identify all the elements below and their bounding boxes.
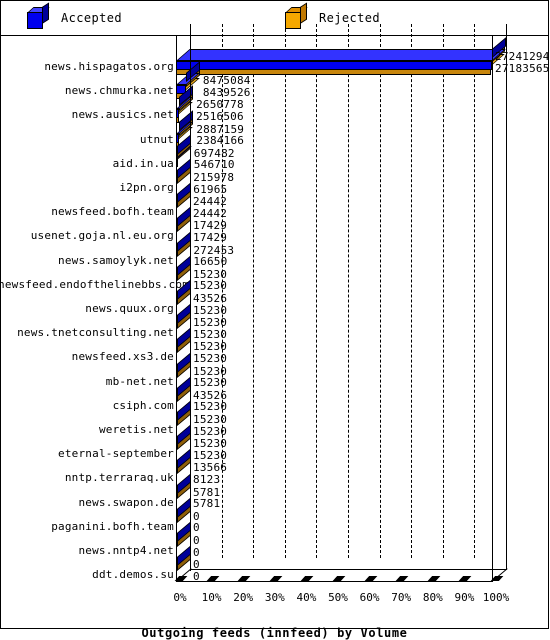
value-label-rejected: 0 [193, 545, 200, 559]
x-axis-tick-label: 70% [391, 591, 412, 604]
category-label: news.chmurka.net [64, 84, 174, 98]
value-label-rejected: 271835659 [495, 61, 550, 75]
x-axis-line-back [190, 569, 506, 570]
category-label: paganini.bofh.team [51, 519, 174, 533]
gridline [284, 24, 286, 558]
category-label: nntp.terraraq.uk [64, 471, 174, 485]
value-label-rejected: 24442 [193, 206, 228, 220]
legend-item-rejected: Rejected [285, 0, 380, 36]
value-label-rejected: 2384166 [196, 134, 245, 148]
value-label-rejected: 15230 [193, 279, 228, 293]
category-label: newsfeed.endofthelinebbs.com [0, 277, 190, 291]
legend-item-accepted: Accepted [27, 0, 122, 36]
category-label: usenet.goja.nl.eu.org [30, 229, 174, 243]
value-label-rejected: 15230 [193, 376, 228, 390]
value-label-rejected: 15230 [193, 303, 228, 317]
value-label-rejected: 8123 [193, 472, 221, 486]
value-label-rejected: 0 [193, 521, 200, 535]
plot-right-boundary-back [506, 24, 507, 570]
chart-page: Accepted Rejected news.hispagatos.org new… [0, 0, 550, 640]
chart-title: Outgoing feeds (innfeed) by Volume [141, 626, 408, 640]
gridline [253, 24, 255, 558]
y-axis-line [176, 36, 177, 581]
value-label-rejected: 15230 [193, 448, 228, 462]
category-label: newsfeed.xs3.de [71, 350, 174, 364]
x-axis-tick-label: 100% [482, 591, 510, 604]
category-label: csiph.com [112, 398, 174, 412]
chart-plot-area: news.hispagatos.org news.chmurka.net news.… [0, 24, 550, 640]
value-label-rejected: 15230 [193, 400, 228, 414]
gridline [316, 24, 318, 558]
value-label-rejected: 16650 [193, 255, 228, 269]
x-axis-tick-label: 10% [201, 591, 222, 604]
x-axis-tick-label: 40% [296, 591, 317, 604]
value-label-rejected: 15230 [193, 327, 228, 341]
category-label: news.samoylyk.net [58, 253, 174, 267]
value-label-rejected: 15230 [193, 351, 228, 365]
legend-label-accepted: Accepted [61, 11, 122, 25]
plot-right-boundary [492, 36, 493, 582]
gridline [442, 24, 444, 558]
category-label: eternal-september [58, 447, 174, 461]
category-label: news.nntp4.net [78, 544, 174, 557]
value-label-rejected: 15230 [193, 424, 228, 438]
category-label: mb-net.net [105, 374, 174, 388]
category-label: news.hispagatos.org [44, 60, 174, 73]
value-label-rejected: 17429 [193, 230, 228, 244]
category-label: news.quux.org [85, 302, 174, 315]
chart-legend: Accepted Rejected [0, 0, 549, 36]
x-axis-tick-label: 80% [422, 591, 443, 604]
category-label: news.tnetconsulting.net [17, 326, 174, 340]
category-axis-labels: news.hispagatos.org news.chmurka.net news.… [0, 36, 190, 596]
category-label: newsfeed.bofh.team [51, 205, 174, 219]
legend-label-rejected: Rejected [319, 11, 380, 25]
x-axis-tick-label: 90% [454, 591, 475, 604]
value-label-rejected: 8439526 [202, 85, 251, 99]
value-label-rejected: 61965 [193, 182, 228, 196]
category-label: ddt.demos.su [92, 568, 174, 582]
x-axis-tick-label: 50% [328, 591, 348, 604]
gridline [474, 24, 476, 558]
category-label: aid.in.ua [112, 156, 174, 170]
category-label: weretis.net [98, 423, 174, 436]
value-label-rejected: 2516506 [196, 109, 244, 123]
blue-cube-icon [27, 2, 50, 29]
category-label: news.swapon.de [78, 495, 174, 509]
gridline [348, 24, 349, 558]
x-axis-line [176, 581, 492, 582]
gridline [379, 24, 381, 558]
x-axis-tick-label: 20% [233, 591, 254, 604]
x-axis-tick-label: 30% [264, 591, 285, 604]
x-axis-tick-label: 60% [359, 591, 380, 604]
category-label: utnut [139, 132, 174, 146]
gridline [411, 24, 413, 558]
x-axis-tick-label: 0% [173, 591, 187, 604]
value-label-rejected: 5781 [193, 497, 221, 511]
orange-cube-icon [285, 2, 308, 29]
value-label-rejected: 546710 [193, 158, 235, 172]
y-axis-line-back [190, 24, 191, 571]
category-label: i2pn.org [119, 181, 174, 194]
category-label: news.ausics.net [71, 108, 174, 122]
